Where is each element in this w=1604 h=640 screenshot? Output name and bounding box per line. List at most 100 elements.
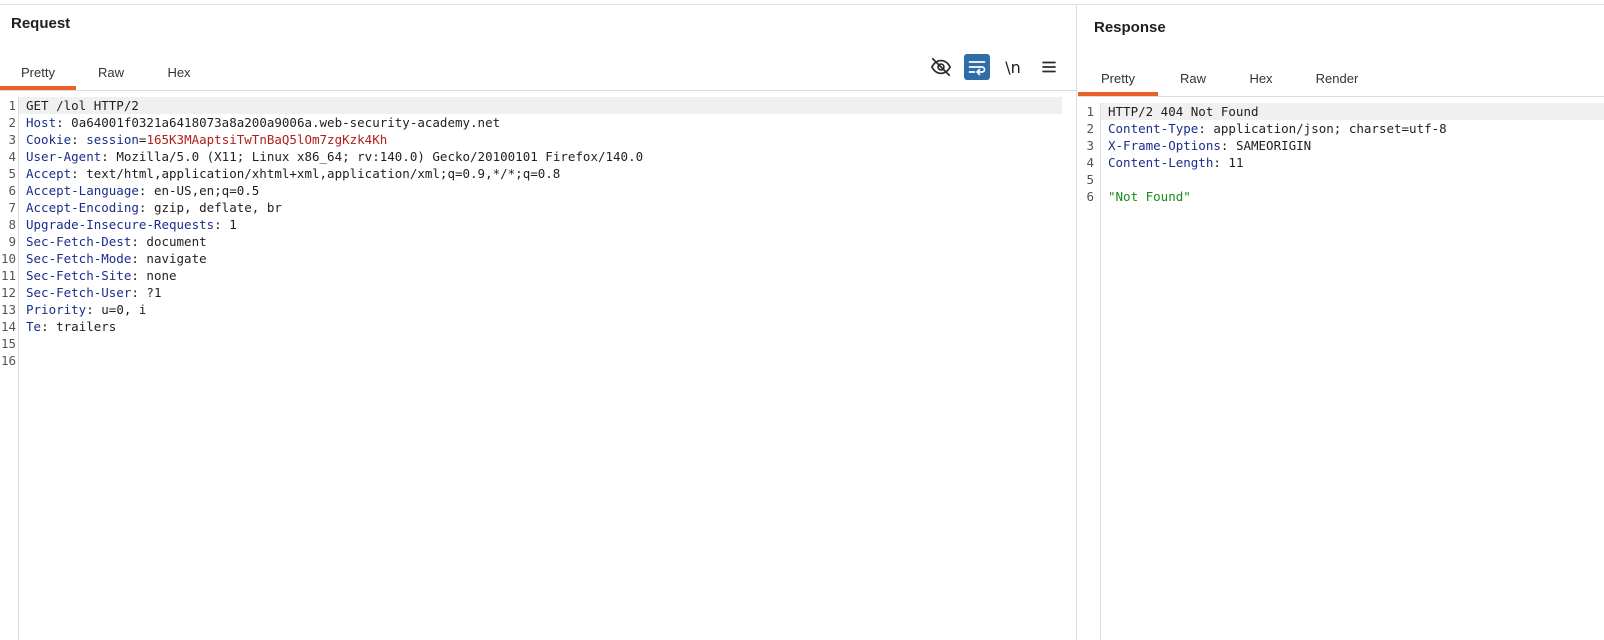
line-content: GET /lol HTTP/2	[19, 98, 139, 113]
response-pane: Response Pretty Raw Hex Render 1 HTTP/2 4…	[1078, 5, 1604, 640]
request-editor[interactable]: 1 GET /lol HTTP/2 2 Host: 0a64001f0321a6418…	[0, 97, 1076, 640]
code-line[interactable]: 1 GET /lol HTTP/2	[8, 97, 1062, 114]
code-line[interactable]: 2 Content-Type: application/json; charset…	[1086, 120, 1604, 137]
line-number: 6	[1086, 189, 1094, 204]
code-line[interactable]: 10 Sec-Fetch-Mode: navigate	[1, 250, 1062, 267]
line-content: Sec-Fetch-Mode: navigate	[19, 251, 207, 266]
code-line[interactable]: 4 Content-Length: 11	[1086, 154, 1604, 171]
code-line[interactable]: 3 Cookie: session=165K3MAaptsiTwTnBaQ5lOm…	[8, 131, 1062, 148]
header-value: application/json; charset=utf-8	[1213, 121, 1447, 136]
line-content: Content-Type: application/json; charset=…	[1101, 121, 1447, 136]
line-number: 15	[0, 336, 16, 351]
code-line[interactable]: 6 "Not Found"	[1086, 188, 1604, 205]
header-name: Priority	[26, 302, 87, 317]
line-number: 11	[0, 268, 16, 283]
line-content: Content-Length: 11	[1101, 155, 1243, 170]
code-line[interactable]: 7 Accept-Encoding: gzip, deflate, br	[8, 199, 1062, 216]
request-tab-raw[interactable]: Raw	[76, 55, 146, 90]
code-line[interactable]: 5	[1086, 171, 1604, 188]
line-number: 5	[1086, 172, 1094, 187]
code-line[interactable]: 2 Host: 0a64001f0321a6418073a8a200a9006a.…	[8, 114, 1062, 131]
newline-toggle-button[interactable]: \n	[1000, 54, 1026, 80]
code-line[interactable]: 4 User-Agent: Mozilla/5.0 (X11; Linux x86…	[8, 148, 1062, 165]
json-string: "Not Found"	[1108, 189, 1191, 204]
header-name: Sec-Fetch-Site	[26, 268, 132, 283]
header-value: 11	[1228, 155, 1244, 170]
response-lines[interactable]: 1 HTTP/2 404 Not Found 2 Content-Type: appl…	[1086, 103, 1604, 205]
request-tab-hex[interactable]: Hex	[146, 55, 212, 90]
request-tabs-divider	[0, 90, 1076, 91]
header-separator: :	[71, 132, 87, 147]
line-number: 3	[1086, 138, 1094, 153]
line-content: Cookie: session=165K3MAaptsiTwTnBaQ5lOm7…	[19, 132, 387, 147]
line-content	[19, 353, 26, 368]
code-line[interactable]: 6 Accept-Language: en-US,en;q=0.5	[8, 182, 1062, 199]
code-line[interactable]: 11 Sec-Fetch-Site: none	[1, 267, 1062, 284]
eye-slash-icon[interactable]	[928, 54, 954, 80]
cookie-value: 165K3MAaptsiTwTnBaQ5lOm7zgKzk4Kh	[146, 132, 388, 147]
line-content: X-Frame-Options: SAMEORIGIN	[1101, 138, 1311, 153]
header-separator: :	[41, 319, 57, 334]
code-line[interactable]: 3 X-Frame-Options: SAMEORIGIN	[1086, 137, 1604, 154]
header-value: Mozilla/5.0 (X11; Linux x86_64; rv:140.0…	[116, 149, 644, 164]
response-tab-raw[interactable]: Raw	[1158, 61, 1228, 96]
line-number: 4	[1086, 155, 1094, 170]
header-name: Sec-Fetch-User	[26, 285, 132, 300]
word-wrap-icon[interactable]	[964, 54, 990, 80]
response-tab-pretty[interactable]: Pretty	[1078, 61, 1158, 96]
code-line[interactable]: 13 Priority: u=0, i	[1, 301, 1062, 318]
response-editor[interactable]: 1 HTTP/2 404 Not Found 2 Content-Type: appl…	[1078, 103, 1604, 640]
header-name: Sec-Fetch-Mode	[26, 251, 132, 266]
header-name: X-Frame-Options	[1108, 138, 1221, 153]
code-line[interactable]: 8 Upgrade-Insecure-Requests: 1	[8, 216, 1062, 233]
header-value: HTTP/2 404 Not Found	[1108, 104, 1259, 119]
header-separator: :	[131, 251, 147, 266]
header-value: navigate	[146, 251, 207, 266]
header-name: Accept	[26, 166, 72, 181]
line-content: Host: 0a64001f0321a6418073a8a200a9006a.w…	[19, 115, 500, 130]
request-toolbar: \n	[928, 54, 1062, 80]
code-line[interactable]: 12 Sec-Fetch-User: ?1	[1, 284, 1062, 301]
header-value: document	[146, 234, 207, 249]
header-separator: :	[138, 200, 154, 215]
request-title: Request	[11, 15, 71, 32]
code-line[interactable]: 9 Sec-Fetch-Dest: document	[8, 233, 1062, 250]
hamburger-menu-icon[interactable]	[1036, 54, 1062, 80]
header-separator: :	[1220, 138, 1236, 153]
line-content	[1101, 172, 1108, 187]
line-number: 7	[8, 200, 16, 215]
header-separator: :	[214, 217, 230, 232]
response-tab-hex[interactable]: Hex	[1228, 61, 1294, 96]
header-name: Cookie	[26, 132, 72, 147]
header-name: Accept-Language	[26, 183, 139, 198]
code-line[interactable]: 5 Accept: text/html,application/xhtml+xml…	[8, 165, 1062, 182]
header-value: 1	[229, 217, 237, 232]
header-value: none	[146, 268, 177, 283]
request-tab-pretty[interactable]: Pretty	[0, 55, 76, 90]
header-separator: :	[56, 115, 72, 130]
response-tab-render[interactable]: Render	[1294, 61, 1380, 96]
header-separator: :	[1198, 121, 1214, 136]
header-name: Accept-Encoding	[26, 200, 139, 215]
code-line[interactable]: 16	[1, 352, 1062, 369]
header-separator: :	[71, 166, 87, 181]
request-lines[interactable]: 1 GET /lol HTTP/2 2 Host: 0a64001f0321a6418…	[1, 97, 1062, 369]
response-tabs: Pretty Raw Hex Render	[1078, 61, 1380, 96]
header-name: Sec-Fetch-Dest	[26, 234, 132, 249]
header-separator: :	[1213, 155, 1229, 170]
line-number: 12	[0, 285, 16, 300]
line-content: "Not Found"	[1101, 189, 1191, 204]
code-line[interactable]: 1 HTTP/2 404 Not Found	[1086, 103, 1604, 120]
request-pane: Request Pretty Raw Hex \n 1 GET /lol HTT…	[0, 5, 1077, 640]
header-value: 0a64001f0321a6418073a8a200a9006a.web-sec…	[71, 115, 501, 130]
header-name: Te	[26, 319, 42, 334]
line-content: Sec-Fetch-User: ?1	[19, 285, 161, 300]
line-number: 9	[8, 234, 16, 249]
line-number: 10	[0, 251, 16, 266]
line-content: Accept-Encoding: gzip, deflate, br	[19, 200, 282, 215]
header-value: GET /lol HTTP/2	[26, 98, 139, 113]
line-number: 4	[8, 149, 16, 164]
code-line[interactable]: 15	[1, 335, 1062, 352]
code-line[interactable]: 14 Te: trailers	[1, 318, 1062, 335]
header-name: Host	[26, 115, 57, 130]
